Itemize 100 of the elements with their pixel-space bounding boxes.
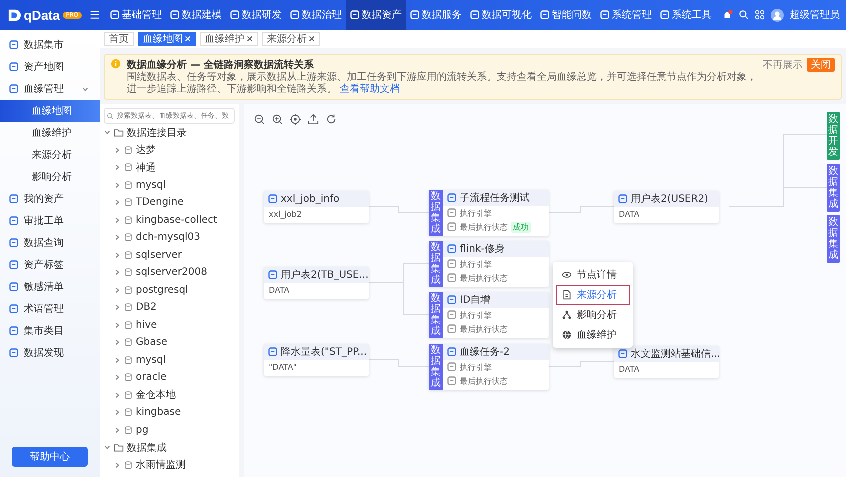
chevron-right-icon[interactable] bbox=[114, 304, 121, 312]
tree-item[interactable]: 水雨情监测 bbox=[104, 456, 239, 474]
help-link[interactable]: 查看帮助文档 bbox=[340, 84, 400, 95]
menu-item[interactable]: 影响分析 bbox=[556, 305, 630, 325]
nav-tab[interactable]: 系统管理 bbox=[596, 0, 656, 30]
page-tab[interactable]: 首页 bbox=[104, 32, 134, 46]
sidebar-item[interactable]: 术语管理 bbox=[0, 298, 100, 320]
sidebar-item[interactable]: 血缘管理 bbox=[0, 78, 100, 100]
menu-item[interactable]: 血缘维护 bbox=[556, 325, 630, 345]
task-type-tag[interactable]: 数据集成 bbox=[827, 164, 840, 212]
task-type-tag[interactable]: 数据集成 bbox=[827, 215, 840, 263]
tree-item[interactable]: 数据连接目录 bbox=[104, 124, 239, 142]
sidebar-item[interactable]: 我的资产 bbox=[0, 188, 100, 210]
zoom-in-icon[interactable] bbox=[272, 114, 283, 125]
sidebar-item[interactable]: 集市类目 bbox=[0, 320, 100, 342]
task-node[interactable]: 数据集成 子流程任务测试 执行引擎 最后执行状态 成功 bbox=[429, 190, 549, 236]
chevron-right-icon[interactable] bbox=[114, 286, 121, 294]
export-icon[interactable] bbox=[308, 114, 319, 125]
tree-item[interactable]: mysql bbox=[104, 352, 239, 369]
table-node[interactable]: 用户表2(USER2) DATA bbox=[614, 191, 719, 223]
nav-tab[interactable]: 系统工具 bbox=[656, 0, 716, 30]
chevron-right-icon[interactable] bbox=[114, 216, 121, 224]
help-button[interactable]: 帮助中心 bbox=[12, 447, 88, 467]
sidebar-item[interactable]: 数据查询 bbox=[0, 232, 100, 254]
tree-item[interactable]: 金仓本地 bbox=[104, 386, 239, 404]
sidebar-item[interactable]: 数据集市 bbox=[0, 34, 100, 56]
tree-item[interactable]: 数据集成 bbox=[104, 439, 239, 456]
tree-item[interactable]: hive bbox=[104, 316, 239, 334]
table-node[interactable]: 降水量表("ST_PP... "DATA" bbox=[264, 344, 369, 376]
task-node[interactable]: 数据集成 血缘任务-2 执行引擎 最后执行状态 bbox=[429, 344, 549, 390]
bell-icon[interactable] bbox=[722, 10, 733, 20]
chevron-right-icon[interactable] bbox=[114, 356, 121, 364]
user-name[interactable]: 超级管理员 bbox=[790, 8, 840, 22]
chevron-down-icon[interactable] bbox=[104, 444, 111, 452]
chevron-right-icon[interactable] bbox=[114, 234, 121, 242]
table-node[interactable]: 水文监测站基础信... DATA bbox=[614, 346, 719, 378]
tree-item[interactable]: sqlserver bbox=[104, 246, 239, 264]
search-icon[interactable] bbox=[739, 10, 749, 20]
chevron-down-icon[interactable] bbox=[82, 86, 89, 92]
chevron-right-icon[interactable] bbox=[114, 339, 121, 346]
tree-item[interactable]: kingbase bbox=[104, 404, 239, 422]
tree-item[interactable]: Gbase bbox=[104, 334, 239, 352]
task-node[interactable]: 数据集成 flink-修身 执行引擎 最后执行状态 bbox=[429, 241, 549, 287]
nav-tab[interactable]: 数据研发 bbox=[226, 0, 286, 30]
fit-icon[interactable] bbox=[290, 114, 301, 125]
tree-item[interactable]: DB2 bbox=[104, 299, 239, 316]
nav-tab[interactable]: 数据治理 bbox=[286, 0, 346, 30]
page-tab[interactable]: 血缘地图 bbox=[138, 32, 196, 46]
close-icon[interactable] bbox=[247, 36, 253, 42]
tree-item[interactable]: 达梦 bbox=[104, 142, 239, 159]
chevron-right-icon[interactable] bbox=[114, 146, 121, 154]
chevron-right-icon[interactable] bbox=[114, 252, 121, 259]
chevron-down-icon[interactable] bbox=[104, 129, 111, 136]
close-icon[interactable] bbox=[309, 36, 315, 42]
sidebar-item[interactable]: 资产标签 bbox=[0, 254, 100, 276]
chevron-right-icon[interactable] bbox=[114, 322, 121, 329]
sidebar-subitem[interactable]: 影响分析 bbox=[0, 166, 100, 188]
sidebar-item[interactable]: 审批工单 bbox=[0, 210, 100, 232]
chevron-right-icon[interactable] bbox=[114, 374, 121, 382]
tree-item[interactable]: postgresql bbox=[104, 282, 239, 299]
chevron-right-icon[interactable] bbox=[114, 392, 121, 399]
tree-item[interactable]: sqlserver2008 bbox=[104, 264, 239, 282]
tree-item[interactable]: dch-mysql03 bbox=[104, 229, 239, 246]
sidebar-item[interactable]: 数据发现 bbox=[0, 342, 100, 364]
task-node[interactable]: 数据集成 ID自增 执行引擎 最后执行状态 bbox=[429, 292, 549, 338]
sidebar-subitem[interactable]: 来源分析 bbox=[0, 144, 100, 166]
chevron-right-icon[interactable] bbox=[114, 199, 121, 206]
chevron-right-icon[interactable] bbox=[114, 409, 121, 416]
tree-item[interactable]: TDengine bbox=[104, 194, 239, 212]
refresh-icon[interactable] bbox=[326, 114, 337, 125]
chevron-right-icon[interactable] bbox=[114, 462, 121, 469]
grid-icon[interactable] bbox=[755, 10, 765, 20]
sidebar-item[interactable]: 资产地图 bbox=[0, 56, 100, 78]
menu-icon[interactable] bbox=[90, 10, 100, 20]
chevron-right-icon[interactable] bbox=[114, 164, 121, 172]
nav-tab[interactable]: 数据建模 bbox=[166, 0, 226, 30]
chevron-right-icon[interactable] bbox=[114, 182, 121, 189]
nav-tab[interactable]: 基础管理 bbox=[106, 0, 166, 30]
tree-item[interactable]: oracle bbox=[104, 369, 239, 386]
table-node[interactable]: xxl_job_info xxl_job2 bbox=[264, 191, 369, 223]
nav-tab[interactable]: 数据服务 bbox=[406, 0, 466, 30]
menu-item[interactable]: 来源分析 bbox=[556, 285, 630, 305]
nav-tab[interactable]: 数据可视化 bbox=[466, 0, 536, 30]
sidebar-item[interactable]: 敏感清单 bbox=[0, 276, 100, 298]
sidebar-subitem[interactable]: 血缘地图 bbox=[0, 100, 100, 122]
nav-tab[interactable]: 智能问数 bbox=[536, 0, 596, 30]
tree-item[interactable]: kingbase-collect bbox=[104, 212, 239, 229]
chevron-right-icon[interactable] bbox=[114, 269, 121, 276]
sidebar-subitem[interactable]: 血缘维护 bbox=[0, 122, 100, 144]
nav-tab[interactable]: 数据资产 bbox=[346, 0, 406, 30]
tree-item[interactable]: 神通 bbox=[104, 159, 239, 176]
page-tab[interactable]: 血缘维护 bbox=[200, 32, 258, 46]
tree-item[interactable]: mysql bbox=[104, 176, 239, 194]
chevron-right-icon[interactable] bbox=[114, 426, 121, 434]
tree-item[interactable]: pg bbox=[104, 422, 239, 439]
table-node[interactable]: 用户表2(TB_USE... DATA bbox=[264, 267, 369, 299]
page-tab[interactable]: 来源分析 bbox=[262, 32, 320, 46]
zoom-out-icon[interactable] bbox=[254, 114, 265, 125]
menu-item[interactable]: 节点详情 bbox=[556, 265, 630, 285]
avatar-icon[interactable] bbox=[771, 8, 784, 22]
